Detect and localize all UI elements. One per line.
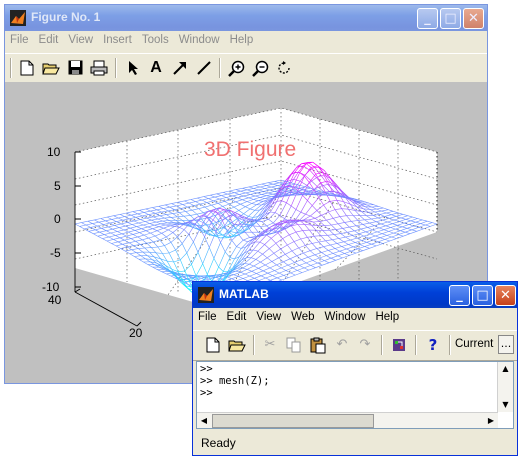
menu-tools[interactable]: Tools: [137, 32, 174, 48]
figure-titlebar[interactable]: Figure No. 1 _ □ ✕: [5, 5, 487, 31]
scroll-up-arrow-icon[interactable]: ▲: [498, 362, 513, 376]
menu-web[interactable]: Web: [286, 309, 319, 325]
open-icon[interactable]: [41, 58, 61, 78]
menu-help[interactable]: Help: [225, 32, 259, 48]
toolbar-separator: [381, 335, 383, 355]
maximize-button[interactable]: □: [440, 8, 461, 29]
z-tick-label: -5: [50, 246, 61, 260]
zoom-out-icon[interactable]: [250, 58, 270, 78]
close-button[interactable]: ✕: [495, 285, 516, 306]
copy-icon[interactable]: [284, 335, 304, 355]
menu-edit[interactable]: Edit: [222, 309, 252, 325]
current-directory-label: Current: [455, 338, 494, 350]
figure-toolbar: A: [5, 53, 487, 83]
menu-window[interactable]: Window: [320, 309, 371, 325]
plot-title: 3D Figure: [204, 138, 297, 161]
save-icon[interactable]: [65, 58, 85, 78]
toolbar-separator: [253, 335, 255, 355]
menu-help[interactable]: Help: [370, 309, 404, 325]
new-icon[interactable]: [17, 58, 37, 78]
line-icon[interactable]: [194, 58, 214, 78]
matlab-window: MATLAB _ □ ✕ File Edit View Web Window Help ✂…: [192, 281, 518, 456]
toolbar-separator: [219, 58, 221, 78]
matlab-menubar: File Edit View Web Window Help: [193, 309, 517, 328]
y-tick-label: 20: [129, 326, 143, 340]
scroll-thumb[interactable]: [212, 414, 374, 428]
minimize-button[interactable]: _: [449, 285, 470, 306]
menu-edit[interactable]: Edit: [34, 32, 64, 48]
close-button[interactable]: ✕: [463, 8, 484, 29]
figure-window-title: Figure No. 1: [31, 10, 101, 24]
matlab-toolbar: ✂ ↶ ↷ ? Current ...: [193, 330, 517, 361]
help-icon[interactable]: ?: [423, 335, 443, 355]
z-tick-label: 5: [54, 179, 61, 193]
figure-menubar: File Edit View Insert Tools Window Help: [5, 32, 487, 51]
menu-file[interactable]: File: [5, 32, 34, 48]
menu-file[interactable]: File: [193, 309, 222, 325]
menu-window[interactable]: Window: [174, 32, 225, 48]
z-tick-label: -10: [42, 280, 60, 294]
toolbar-separator: [115, 58, 117, 78]
undo-icon[interactable]: ↶: [332, 335, 352, 355]
matlab-titlebar[interactable]: MATLAB _ □ ✕: [193, 282, 517, 308]
command-line: >> mesh(Z);: [200, 375, 270, 387]
command-line: >>: [200, 387, 213, 399]
z-tick-label: 0: [54, 212, 61, 226]
zoom-in-icon[interactable]: [226, 58, 246, 78]
status-text: Ready: [201, 436, 236, 450]
scroll-down-arrow-icon[interactable]: ▼: [498, 398, 513, 412]
status-bar: Ready: [193, 431, 517, 455]
redo-icon[interactable]: ↷: [355, 335, 375, 355]
z-tick-label: 10: [47, 145, 61, 159]
maximize-button[interactable]: □: [472, 285, 493, 306]
y-tick-label: 40: [48, 293, 62, 307]
new-icon[interactable]: [203, 335, 223, 355]
rotate-icon[interactable]: [274, 58, 294, 78]
menu-view[interactable]: View: [63, 32, 98, 48]
select-arrow-icon[interactable]: [123, 58, 143, 78]
horizontal-scrollbar[interactable]: ◀ ▶: [197, 412, 498, 428]
minimize-button[interactable]: _: [417, 8, 438, 29]
text-icon[interactable]: A: [146, 58, 166, 78]
toolbar-grip: [10, 58, 12, 78]
scroll-right-arrow-icon[interactable]: ▶: [484, 413, 498, 428]
simulink-icon[interactable]: [389, 335, 409, 355]
matlab-logo-icon: [198, 287, 214, 303]
toolbar-separator: [415, 335, 417, 355]
print-icon[interactable]: [89, 58, 109, 78]
browse-directory-button[interactable]: ...: [498, 335, 514, 354]
matlab-logo-icon: [10, 10, 26, 26]
matlab-window-title: MATLAB: [219, 287, 269, 301]
menu-insert[interactable]: Insert: [98, 32, 137, 48]
command-window[interactable]: >> >> mesh(Z); >> ▲ ▼ ◀ ▶: [196, 361, 514, 429]
menu-view[interactable]: View: [251, 309, 286, 325]
vertical-scrollbar[interactable]: ▲ ▼: [497, 362, 513, 412]
command-line: >>: [200, 363, 213, 375]
toolbar-separator: [449, 335, 451, 355]
open-icon[interactable]: [227, 335, 247, 355]
arrow-icon[interactable]: [170, 58, 190, 78]
scroll-left-arrow-icon[interactable]: ◀: [197, 413, 211, 428]
paste-icon[interactable]: [308, 335, 328, 355]
cut-icon[interactable]: ✂: [260, 335, 280, 355]
